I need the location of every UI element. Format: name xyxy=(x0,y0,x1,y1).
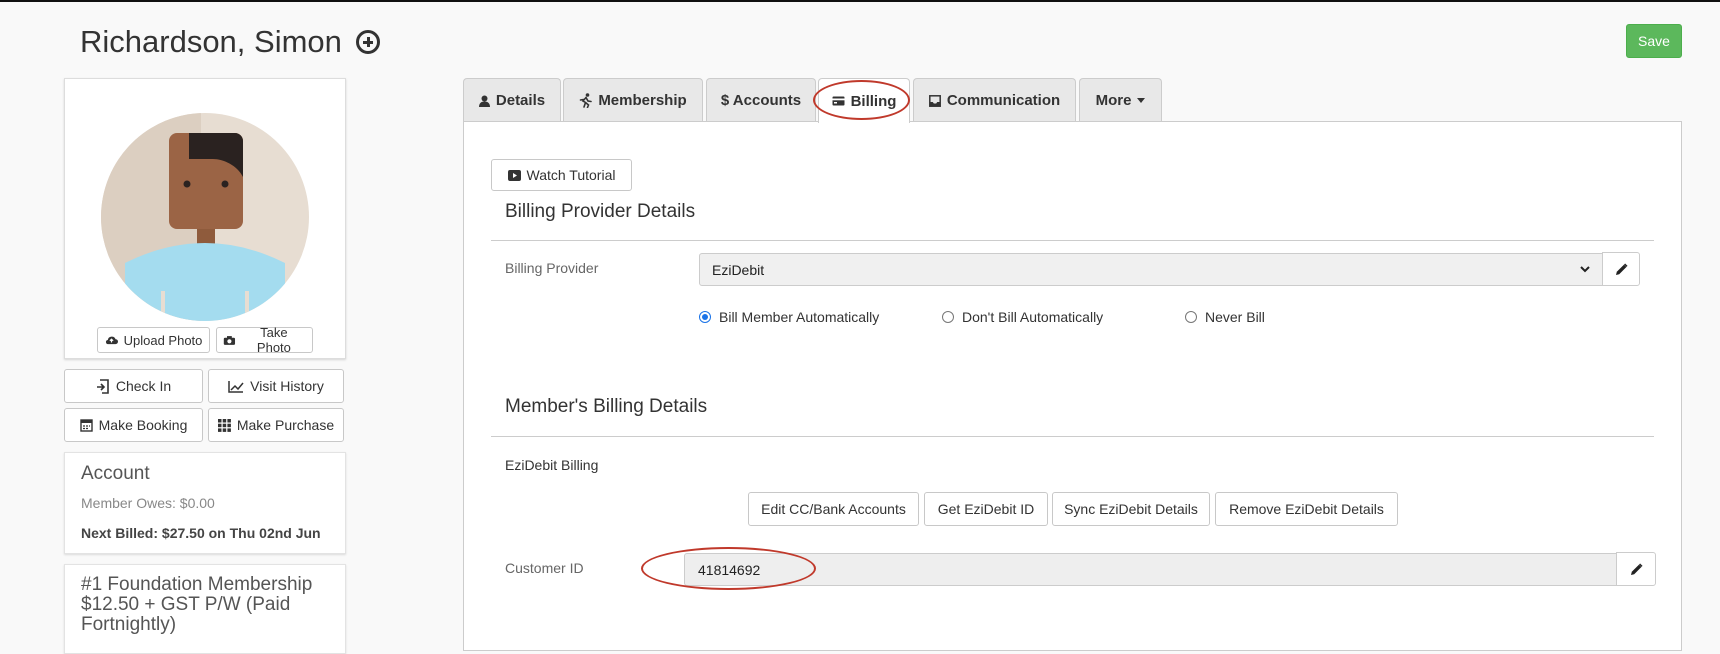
tab-billing[interactable]: Billing xyxy=(818,78,910,123)
inbox-icon xyxy=(928,94,941,107)
get-ezidebit-id-button[interactable]: Get EziDebit ID xyxy=(924,492,1048,526)
calendar-icon xyxy=(79,419,93,432)
section-divider xyxy=(491,436,1654,437)
door-enter-icon xyxy=(96,378,109,394)
section-divider xyxy=(491,240,1654,241)
radio-dont-bill-automatically[interactable]: Don't Bill Automatically xyxy=(942,309,1103,325)
save-button[interactable]: Save xyxy=(1626,24,1682,58)
upload-photo-button[interactable]: Upload Photo xyxy=(97,327,210,353)
sync-ezidebit-details-button[interactable]: Sync EziDebit Details xyxy=(1052,492,1210,526)
cloud-upload-icon xyxy=(105,336,118,345)
tab-details[interactable]: Details xyxy=(463,78,561,122)
video-play-icon xyxy=(507,169,521,181)
membership-panel[interactable]: #1 Foundation Membership $12.50 + GST P/… xyxy=(64,564,346,654)
avatar xyxy=(101,113,309,321)
radio-unselected[interactable] xyxy=(942,311,954,323)
caret-down-icon xyxy=(1137,98,1146,103)
pencil-icon xyxy=(1615,262,1628,275)
user-icon xyxy=(478,95,490,107)
make-purchase-button[interactable]: Make Purchase xyxy=(208,408,344,442)
radio-selected[interactable] xyxy=(699,311,711,323)
edit-customer-id-button[interactable] xyxy=(1616,552,1656,586)
tab-more[interactable]: More xyxy=(1079,78,1162,122)
take-photo-button[interactable]: Take Photo xyxy=(216,325,313,355)
credit-card-icon xyxy=(832,96,845,106)
customer-id-label: Customer ID xyxy=(505,560,584,576)
radio-unselected[interactable] xyxy=(1185,311,1197,323)
photo-card: Upload Photo Take Photo xyxy=(64,78,346,359)
radio-bill-automatically[interactable]: Bill Member Automatically xyxy=(699,309,879,325)
member-name: Richardson, Simon xyxy=(80,24,342,59)
account-panel: Account Member Owes: $0.00 Next Billed: … xyxy=(64,452,346,554)
remove-ezidebit-details-button[interactable]: Remove EziDebit Details xyxy=(1215,492,1398,526)
page-title: Richardson, Simon xyxy=(80,24,380,60)
make-booking-button[interactable]: Make Booking xyxy=(64,408,203,442)
next-billed: Next Billed: $27.50 on Thu 02nd Jun xyxy=(81,525,321,541)
running-person-icon xyxy=(580,93,593,108)
billing-provider-section-title: Billing Provider Details xyxy=(505,201,696,222)
membership-title: #1 Foundation Membership $12.50 + GST P/… xyxy=(81,574,313,635)
edit-billing-provider-button[interactable] xyxy=(1602,252,1640,286)
members-billing-section-title: Member's Billing Details xyxy=(505,396,708,417)
billing-provider-select[interactable]: EziDebit xyxy=(699,253,1603,286)
line-chart-icon xyxy=(228,380,244,393)
radio-never-bill[interactable]: Never Bill xyxy=(1185,309,1265,325)
tab-communication[interactable]: Communication xyxy=(913,78,1076,122)
account-title: Account xyxy=(81,463,150,484)
visit-history-button[interactable]: Visit History xyxy=(208,369,344,403)
add-circle-icon[interactable] xyxy=(355,30,380,54)
tab-accounts[interactable]: $ Accounts xyxy=(706,78,816,122)
billing-provider-label: Billing Provider xyxy=(505,260,599,276)
grid-icon xyxy=(217,418,231,432)
chevron-down-icon xyxy=(1580,266,1590,273)
tab-membership[interactable]: Membership xyxy=(563,78,703,122)
watch-tutorial-button[interactable]: Watch Tutorial xyxy=(491,159,632,191)
edit-cc-bank-accounts-button[interactable]: Edit CC/Bank Accounts xyxy=(748,492,919,526)
check-in-button[interactable]: Check In xyxy=(64,369,203,403)
camera-icon xyxy=(223,335,236,345)
ezidebit-billing-label: EziDebit Billing xyxy=(505,457,599,473)
pencil-icon xyxy=(1630,562,1643,575)
member-owes: Member Owes: $0.00 xyxy=(81,495,215,511)
customer-id-field[interactable]: 41814692 xyxy=(684,553,1617,586)
